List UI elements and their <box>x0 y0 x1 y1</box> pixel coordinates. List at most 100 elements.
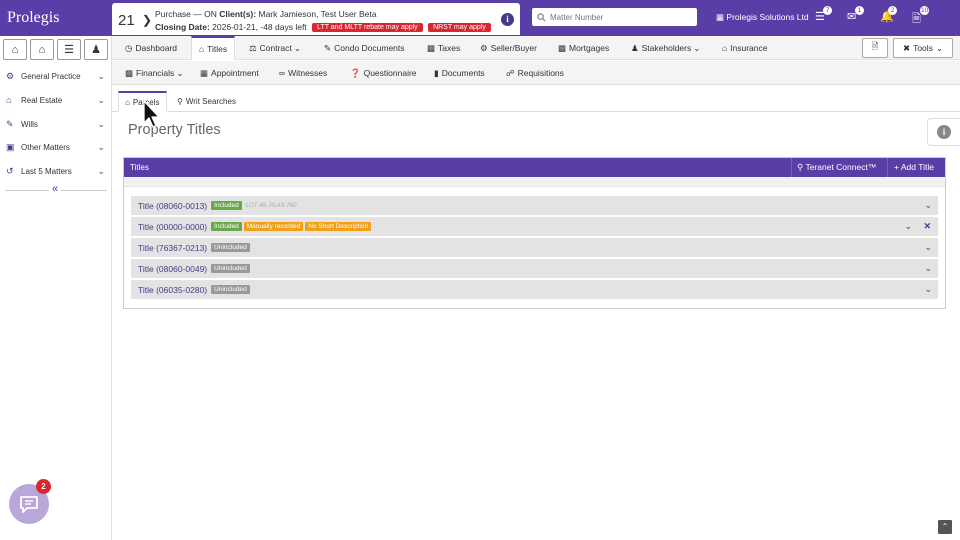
alerts-button[interactable]: 🔔 2 <box>880 6 897 23</box>
title-row[interactable]: Title (08060-0049) Unincluded ⌄ <box>131 259 938 278</box>
file-plus-icon: 🗎 <box>871 41 879 51</box>
tools-button[interactable]: ✖ Tools ⌄ <box>893 38 953 58</box>
title-name[interactable]: Title (06035-0280) <box>138 285 207 295</box>
matter-summary: 21 ❯ Purchase — ON Client(s): Mark Jamie… <box>112 3 520 35</box>
clients-value: Mark Jamieson, Test User Beta <box>258 9 377 19</box>
firm-name-label: Prolegis Solutions Ltd <box>726 12 809 22</box>
sidebar-item-general-practice[interactable]: ⚙ General Practice ⌄ <box>0 65 112 87</box>
tab-requisitions[interactable]: ☍ Requisitions <box>506 61 564 85</box>
tab-condo-documents[interactable]: ✎ Condo Documents <box>324 36 405 60</box>
tab-titles[interactable]: ⌂ Titles <box>191 36 236 60</box>
info-icon: i <box>937 125 951 139</box>
tab-contract[interactable]: ⚖ Contract ⌄ <box>249 36 301 60</box>
teranet-connect-button[interactable]: ⚲ Teranet Connect™ <box>797 162 876 173</box>
divider <box>887 158 888 177</box>
documents-count: 10 <box>920 6 930 15</box>
subtab-bar: ⌂ Parcels ⚲ Writ Searches <box>112 91 960 112</box>
new-purchase-button[interactable]: ⌂ <box>3 39 27 60</box>
house-plus-icon: ⌂ <box>11 43 19 56</box>
tab-financials[interactable]: ▩ Financials ⌄ <box>125 61 183 85</box>
title-row[interactable]: Title (00000-0000) Included Manually rec… <box>131 217 938 236</box>
matter-number-input[interactable] <box>550 12 690 22</box>
house-sign-icon: ⌂ <box>38 43 46 56</box>
chat-button[interactable]: 2 <box>9 479 51 524</box>
info-panel-toggle[interactable]: i <box>927 118 960 146</box>
add-document-button[interactable]: 🗎 <box>862 38 888 58</box>
tab-appointment[interactable]: ▦ Appointment <box>200 61 259 85</box>
main-content: ◷ Dashboard ⌂ Titles ⚖ Contract ⌄ ✎ Condo Doc… <box>112 36 960 540</box>
title-row[interactable]: Title (76367-0213) Unincluded ⌄ <box>131 238 938 257</box>
chevron-down-icon[interactable]: ⌄ <box>924 263 932 274</box>
chevron-down-icon: ⌄ <box>176 67 184 78</box>
title-row[interactable]: Title (06035-0280) Unincluded ⌄ <box>131 280 938 299</box>
tab-questionnaire[interactable]: ❓ Questionnaire <box>350 61 417 85</box>
title-row[interactable]: Title (08060-0013) Included LOT 48, PLAN… <box>131 196 938 215</box>
title-name[interactable]: Title (76367-0213) <box>138 243 207 253</box>
title-name[interactable]: Title (08060-0049) <box>138 264 207 274</box>
sidebar-item-real-estate[interactable]: ⌂ Real Estate ⌄ <box>0 89 112 111</box>
chevron-down-icon: ⌄ <box>293 42 301 53</box>
chevron-down-icon: ⌄ <box>97 118 105 129</box>
status-badge: Unincluded <box>211 243 250 252</box>
sidebar-item-last-5-matters[interactable]: ↺ Last 5 Matters ⌄ <box>0 160 112 182</box>
scroll-to-top-button[interactable]: ⌃ <box>938 520 952 534</box>
bank-icon: ⌂ <box>125 97 130 107</box>
legal-description: LOT 48, PLAN 760 <box>245 202 297 209</box>
users-icon: ♟ <box>631 42 639 53</box>
sidebar-item-label: Last 5 Matters <box>21 166 72 176</box>
alerts-count: 2 <box>888 6 897 15</box>
tasks-button[interactable]: ☰ 7 <box>815 6 832 23</box>
tab-insurance[interactable]: ⌂ Insurance <box>722 36 767 60</box>
chevron-down-icon: ⌄ <box>97 94 105 105</box>
chevron-down-icon[interactable]: ⌄ <box>904 221 912 232</box>
chevron-down-icon: ⌄ <box>693 42 701 53</box>
mouse-cursor-icon <box>143 100 160 128</box>
status-badge: Unincluded <box>211 285 250 294</box>
tab-taxes[interactable]: ▩ Taxes <box>427 36 460 60</box>
new-transfer-button[interactable]: ♟ <box>84 39 108 60</box>
app-logo[interactable]: Prolegis <box>0 0 112 36</box>
firm-name[interactable]: ▦ Prolegis Solutions Ltd <box>716 12 809 23</box>
divider <box>791 158 792 177</box>
tab-witnesses[interactable]: ∞ Witnesses <box>279 61 327 85</box>
chevron-down-icon: ⌄ <box>97 141 105 152</box>
info-icon[interactable]: i <box>501 13 514 26</box>
briefcase-icon: ▣ <box>6 141 15 152</box>
tab-dashboard[interactable]: ◷ Dashboard <box>125 36 177 60</box>
search-icon: ⚲ <box>797 162 804 172</box>
close-icon[interactable]: ✕ <box>923 221 931 232</box>
tab-label: Documents <box>441 68 485 78</box>
tab-mortgages[interactable]: ▩ Mortgages <box>558 36 609 60</box>
documents-button[interactable]: 🗎 10 <box>912 6 930 29</box>
tab-documents[interactable]: ▮ Documents <box>434 61 485 85</box>
new-mortgage-button[interactable]: ☰ <box>57 39 81 60</box>
gear-icon: ⚙ <box>6 70 15 81</box>
new-sale-button[interactable]: ⌂ <box>30 39 54 60</box>
mail-count: 1 <box>855 6 864 15</box>
mail-button[interactable]: ✉ 1 <box>847 6 864 23</box>
add-title-button[interactable]: + Add Title <box>894 162 934 172</box>
sidebar-item-other-matters[interactable]: ▣ Other Matters ⌄ <box>0 136 112 158</box>
title-name[interactable]: Title (00000-0000) <box>138 222 207 232</box>
sidebar-collapse[interactable]: « <box>0 183 112 197</box>
ltt-rebate-badge: LTT and MLTT rebate may apply <box>312 23 423 32</box>
sidebar-item-label: Other Matters <box>21 142 70 152</box>
tab-stakeholders[interactable]: ♟ Stakeholders ⌄ <box>631 36 700 60</box>
sidebar-item-label: General Practice <box>21 71 81 81</box>
tab-seller-buyer[interactable]: ⚙ Seller/Buyer <box>480 36 537 60</box>
tab-label: Taxes <box>438 43 461 53</box>
chevron-down-icon[interactable]: ⌄ <box>924 200 932 211</box>
sidebar: ⌂ ⌂ ☰ ♟ ⚙ General Practice ⌄ ⌂ Real Esta… <box>0 36 112 540</box>
tab-label: Appointment <box>211 68 259 78</box>
tab-label: Dashboard <box>135 43 178 53</box>
chevron-right-icon[interactable]: ❯ <box>142 13 152 27</box>
history-icon: ↺ <box>6 165 14 176</box>
chevron-down-icon[interactable]: ⌄ <box>924 284 932 295</box>
title-name[interactable]: Title (08060-0013) <box>138 201 207 211</box>
matter-search <box>532 8 697 26</box>
matter-number: 21 <box>118 12 135 29</box>
chevron-down-icon[interactable]: ⌄ <box>924 242 932 253</box>
nav-row-secondary: ▩ Financials ⌄ ▦ Appointment ∞ Witnesses ❓ Qu… <box>112 61 960 85</box>
subtab-writ-searches[interactable]: ⚲ Writ Searches <box>171 91 242 112</box>
sidebar-item-wills[interactable]: ✎ Wills ⌄ <box>0 113 112 135</box>
